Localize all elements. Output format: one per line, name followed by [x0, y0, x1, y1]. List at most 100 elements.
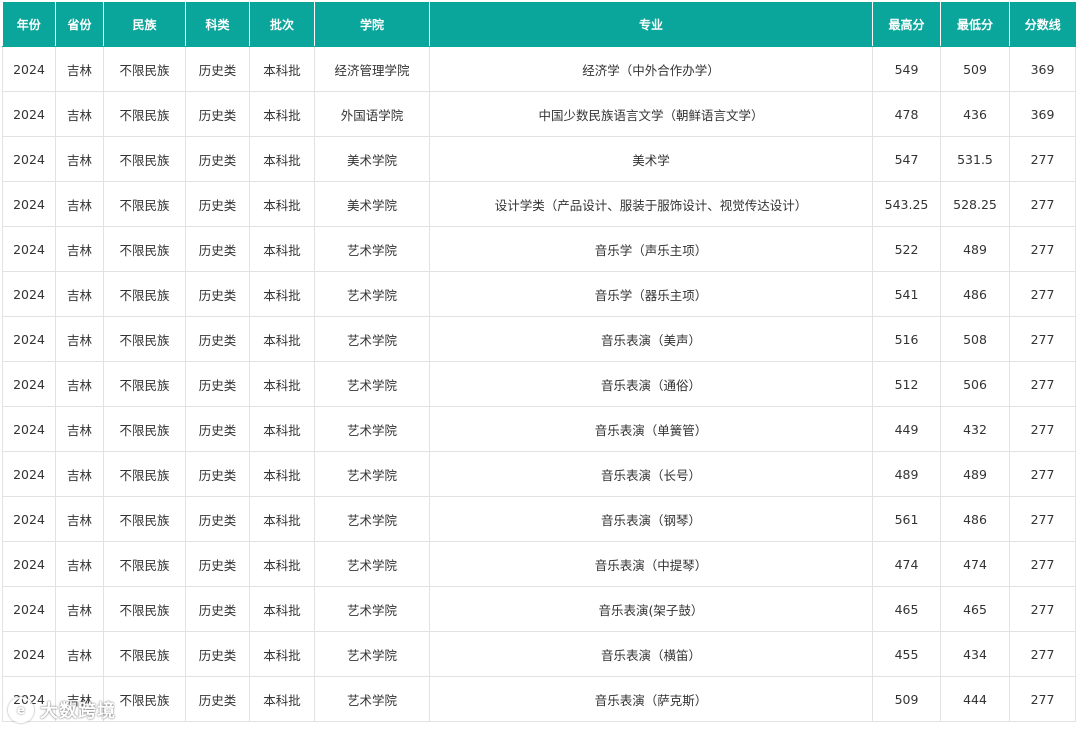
cell-cutoff-score: 277 — [1009, 586, 1076, 632]
cell-year: 2024 — [2, 541, 56, 587]
cell-year: 2024 — [2, 586, 56, 632]
cell-year: 2024 — [2, 451, 56, 497]
cell-min-score: 508 — [940, 316, 1010, 362]
cell-batch: 本科批 — [249, 496, 315, 542]
cell-max-score: 516 — [872, 316, 941, 362]
table-header-row: 年份 省份 民族 科类 批次 学院 专业 最高分 最低分 分数线 — [2, 2, 1076, 47]
cell-batch: 本科批 — [249, 136, 315, 182]
cell-cutoff-score: 277 — [1009, 496, 1076, 542]
cell-ethnicity: 不限民族 — [103, 406, 186, 452]
cell-college: 艺术学院 — [314, 406, 430, 452]
cell-college: 艺术学院 — [314, 451, 430, 497]
cell-subject-type: 历史类 — [185, 586, 250, 632]
cell-year: 2024 — [2, 46, 56, 92]
cell-max-score: 549 — [872, 46, 941, 92]
cell-max-score: 489 — [872, 451, 941, 497]
cell-subject-type: 历史类 — [185, 451, 250, 497]
cell-year: 2024 — [2, 316, 56, 362]
cell-max-score: 541 — [872, 271, 941, 317]
cell-subject-type: 历史类 — [185, 361, 250, 407]
cell-province: 吉林 — [55, 316, 104, 362]
table-row: 2024 吉林 不限民族 历史类 本科批 艺术学院 音乐学（器乐主项） 541 486 277 — [2, 271, 1076, 317]
cell-college: 美术学院 — [314, 181, 430, 227]
cell-ethnicity: 不限民族 — [103, 451, 186, 497]
cell-max-score: 449 — [872, 406, 941, 452]
cell-ethnicity: 不限民族 — [103, 361, 186, 407]
cell-batch: 本科批 — [249, 631, 315, 677]
table-row: 2024 吉林 不限民族 历史类 本科批 艺术学院 音乐表演（单簧管） 449 432 277 — [2, 406, 1076, 452]
cell-province: 吉林 — [55, 496, 104, 542]
cell-min-score: 474 — [940, 541, 1010, 587]
cell-ethnicity: 不限民族 — [103, 586, 186, 632]
cell-max-score: 547 — [872, 136, 941, 182]
header-year: 年份 — [2, 2, 56, 47]
cell-subject-type: 历史类 — [185, 631, 250, 677]
cell-major: 音乐表演（中提琴） — [429, 541, 873, 587]
header-major: 专业 — [429, 2, 873, 47]
header-province: 省份 — [55, 2, 104, 47]
cell-max-score: 455 — [872, 631, 941, 677]
cell-major: 音乐学（器乐主项） — [429, 271, 873, 317]
cell-major: 美术学 — [429, 136, 873, 182]
cell-max-score: 522 — [872, 226, 941, 272]
table-row: 2024 吉林 不限民族 历史类 本科批 艺术学院 音乐表演（美声） 516 508 277 — [2, 316, 1076, 362]
cell-province: 吉林 — [55, 586, 104, 632]
cell-min-score: 432 — [940, 406, 1010, 452]
cell-cutoff-score: 277 — [1009, 676, 1076, 722]
table-row: 2024 吉林 不限民族 历史类 本科批 美术学院 美术学 547 531.5 277 — [2, 136, 1076, 182]
cell-batch: 本科批 — [249, 271, 315, 317]
cell-major: 音乐表演（钢琴） — [429, 496, 873, 542]
table-row: 2024 吉林 不限民族 历史类 本科批 艺术学院 音乐表演（长号） 489 489 277 — [2, 451, 1076, 497]
cell-ethnicity: 不限民族 — [103, 46, 186, 92]
cell-subject-type: 历史类 — [185, 136, 250, 182]
cell-ethnicity: 不限民族 — [103, 136, 186, 182]
cell-cutoff-score: 277 — [1009, 361, 1076, 407]
cell-major: 音乐表演（萨克斯） — [429, 676, 873, 722]
cell-province: 吉林 — [55, 541, 104, 587]
table-row: 2024 吉林 不限民族 历史类 本科批 艺术学院 音乐表演（钢琴） 561 486 277 — [2, 496, 1076, 542]
cell-province: 吉林 — [55, 361, 104, 407]
cell-batch: 本科批 — [249, 361, 315, 407]
cell-college: 艺术学院 — [314, 496, 430, 542]
cell-year: 2024 — [2, 226, 56, 272]
cell-max-score: 512 — [872, 361, 941, 407]
cell-subject-type: 历史类 — [185, 46, 250, 92]
cell-cutoff-score: 277 — [1009, 631, 1076, 677]
cell-ethnicity: 不限民族 — [103, 676, 186, 722]
cell-min-score: 489 — [940, 451, 1010, 497]
header-batch: 批次 — [249, 2, 315, 47]
cell-province: 吉林 — [55, 46, 104, 92]
cell-major: 音乐表演（单簧管） — [429, 406, 873, 452]
cell-min-score: 436 — [940, 91, 1010, 137]
cell-college: 艺术学院 — [314, 226, 430, 272]
cell-ethnicity: 不限民族 — [103, 226, 186, 272]
cell-max-score: 561 — [872, 496, 941, 542]
cell-ethnicity: 不限民族 — [103, 181, 186, 227]
cell-province: 吉林 — [55, 451, 104, 497]
table-row: 2024 吉林 不限民族 历史类 本科批 艺术学院 音乐学（声乐主项） 522 489 277 — [2, 226, 1076, 272]
cell-batch: 本科批 — [249, 226, 315, 272]
cell-major: 设计学类（产品设计、服装于服饰设计、视觉传达设计） — [429, 181, 873, 227]
cell-college: 经济管理学院 — [314, 46, 430, 92]
cell-min-score: 506 — [940, 361, 1010, 407]
cell-cutoff-score: 277 — [1009, 136, 1076, 182]
cell-year: 2024 — [2, 496, 56, 542]
cell-min-score: 434 — [940, 631, 1010, 677]
cell-batch: 本科批 — [249, 91, 315, 137]
cell-batch: 本科批 — [249, 316, 315, 362]
cell-subject-type: 历史类 — [185, 91, 250, 137]
cell-major: 音乐表演（横笛） — [429, 631, 873, 677]
cell-ethnicity: 不限民族 — [103, 541, 186, 587]
cell-college: 美术学院 — [314, 136, 430, 182]
header-college: 学院 — [314, 2, 430, 47]
cell-max-score: 474 — [872, 541, 941, 587]
header-max-score: 最高分 — [872, 2, 941, 47]
admission-score-table: 年份 省份 民族 科类 批次 学院 专业 最高分 最低分 分数线 2024 吉林不… — [2, 2, 1076, 722]
cell-province: 吉林 — [55, 406, 104, 452]
cell-batch: 本科批 — [249, 46, 315, 92]
cell-max-score: 509 — [872, 676, 941, 722]
cell-min-score: 465 — [940, 586, 1010, 632]
table-row: 2024 吉林 不限民族 历史类 本科批 艺术学院 音乐表演（横笛） 455 434 277 — [2, 631, 1076, 677]
cell-province: 吉林 — [55, 631, 104, 677]
cell-batch: 本科批 — [249, 586, 315, 632]
